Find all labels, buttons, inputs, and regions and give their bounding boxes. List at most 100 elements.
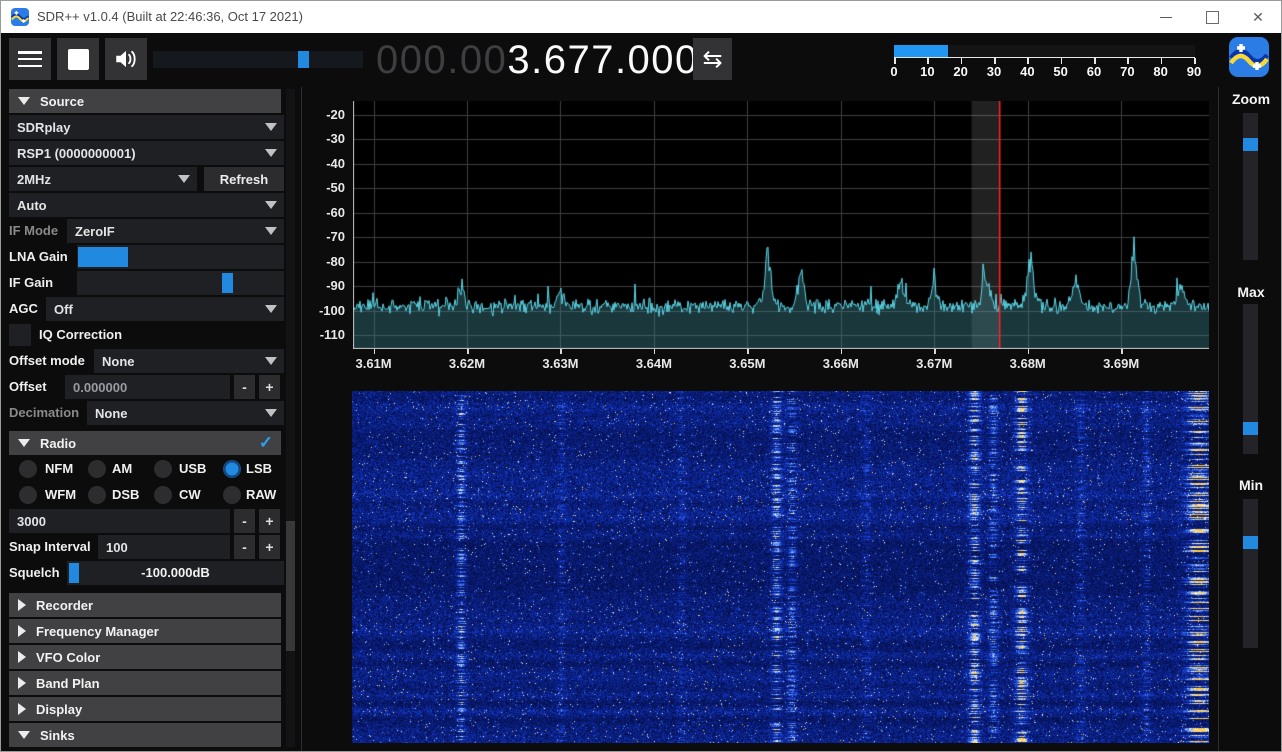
mode-label-usb: USB: [179, 457, 206, 481]
iq-correction-checkbox[interactable]: [9, 324, 31, 346]
chevron-down-icon: [265, 123, 277, 131]
close-button[interactable]: ✕: [1235, 1, 1281, 33]
module-enabled-check-icon[interactable]: ✓: [259, 433, 273, 453]
snr-scale-label: 40: [1012, 64, 1042, 79]
fft-y-tick-label: -90: [301, 278, 345, 293]
snap-decrement-button[interactable]: -: [234, 535, 255, 559]
offset-mode-label: Offset mode: [9, 349, 85, 373]
zoom-slider-handle[interactable]: [1243, 138, 1258, 151]
section-header-source[interactable]: Source: [9, 89, 281, 113]
chevron-down-icon: [178, 175, 190, 183]
fft-x-tick: [934, 349, 936, 354]
fft-x-tick-label: 3.66M: [813, 356, 869, 371]
chevron-down-icon: [265, 149, 277, 157]
tuning-mode-button[interactable]: ⇆: [693, 38, 732, 80]
snap-interval-input[interactable]: 100: [98, 535, 230, 559]
offset-mode-select[interactable]: None: [94, 349, 284, 373]
fft-spectrum-plot[interactable]: [353, 101, 1209, 349]
min-slider-handle[interactable]: [1243, 536, 1258, 549]
expand-arrow-icon: [18, 703, 26, 715]
titlebar[interactable]: SDR++ v1.0.4 (Built at 22:46:36, Oct 17 …: [1, 1, 1281, 33]
agc-select[interactable]: Off: [46, 297, 284, 321]
if-gain-handle[interactable]: [222, 273, 233, 293]
offset-decrement-button[interactable]: -: [234, 375, 255, 399]
source-type-select[interactable]: SDRplay: [9, 115, 284, 139]
fft-x-tick-label: 3.61M: [346, 356, 402, 371]
if-gain-label: IF Gain: [9, 271, 53, 295]
bandwidth-input[interactable]: 3000: [9, 509, 230, 533]
fft-y-tick-label: -80: [301, 254, 345, 269]
if-mode-label: IF Mode: [9, 219, 58, 243]
scrollbar-thumb[interactable]: [286, 521, 295, 651]
stop-icon: [68, 49, 89, 70]
fft-x-tick: [560, 349, 562, 354]
zoom-slider[interactable]: [1243, 113, 1258, 260]
if-gain-slider[interactable]: [77, 271, 284, 295]
fft-y-tick-label: -60: [301, 205, 345, 220]
refresh-button[interactable]: Refresh: [204, 167, 284, 191]
snr-scale-label: 60: [1079, 64, 1109, 79]
max-slider[interactable]: [1243, 304, 1258, 454]
lna-gain-handle[interactable]: [78, 247, 128, 267]
zoom-label: Zoom: [1219, 91, 1282, 107]
snr-meter: 0102030405060708090: [894, 45, 1198, 81]
menu-button[interactable]: [9, 38, 51, 80]
section-header-vfo-color[interactable]: VFO Color: [9, 645, 281, 669]
fft-x-tick-label: 3.62M: [439, 356, 495, 371]
mode-radio-raw[interactable]: [223, 486, 241, 504]
maximize-button[interactable]: [1189, 1, 1235, 33]
mode-radio-am[interactable]: [88, 460, 106, 478]
volume-slider-handle[interactable]: [298, 51, 309, 68]
lna-gain-slider[interactable]: [77, 245, 284, 269]
minimize-button[interactable]: [1143, 1, 1189, 33]
fft-y-axis-labels: -20-30-40-50-60-70-80-90-100-110: [301, 101, 349, 349]
frequency-display[interactable]: 000.003.677.000: [376, 37, 699, 83]
mode-label-nfm: NFM: [45, 457, 73, 481]
device-select[interactable]: RSP1 (0000000001): [9, 141, 284, 165]
mode-radio-usb[interactable]: [154, 460, 172, 478]
mute-button[interactable]: [105, 38, 147, 80]
frequency-active-digits: 3.677.000: [507, 38, 698, 82]
offset-input[interactable]: 0.000000: [65, 375, 230, 399]
sidebar-scrollbar[interactable]: [286, 89, 295, 747]
fft-x-tick-label: 3.63M: [532, 356, 588, 371]
antenna-select[interactable]: Auto: [9, 193, 284, 217]
decimation-label: Decimation: [9, 401, 79, 425]
if-mode-select[interactable]: ZeroIF: [67, 219, 284, 243]
fft-x-tick-label: 3.67M: [906, 356, 962, 371]
fft-x-tick: [1028, 349, 1030, 354]
stop-button[interactable]: [57, 38, 99, 80]
decimation-select[interactable]: None: [87, 401, 284, 425]
section-header-radio[interactable]: Radio ✓: [9, 431, 281, 455]
mode-radio-wfm[interactable]: [19, 486, 37, 504]
snr-scale-label: 30: [979, 64, 1009, 79]
squelch-slider[interactable]: -100.000dB: [67, 561, 284, 585]
max-slider-handle[interactable]: [1243, 422, 1258, 435]
expand-arrow-icon: [18, 651, 26, 663]
section-header-sinks[interactable]: Sinks: [9, 723, 281, 747]
fft-y-tick-label: -30: [301, 131, 345, 146]
mode-label-am: AM: [112, 457, 132, 481]
section-header-recorder[interactable]: Recorder: [9, 593, 281, 617]
fft-x-tick-label: 3.65M: [719, 356, 775, 371]
min-slider[interactable]: [1243, 499, 1258, 648]
bandwidth-increment-button[interactable]: +: [259, 509, 280, 533]
snap-increment-button[interactable]: +: [259, 535, 280, 559]
samplerate-select[interactable]: 2MHz: [9, 167, 197, 191]
mode-radio-cw[interactable]: [154, 486, 172, 504]
expand-arrow-icon: [18, 677, 26, 689]
mode-radio-nfm[interactable]: [19, 460, 37, 478]
offset-increment-button[interactable]: +: [259, 375, 280, 399]
chevron-down-icon: [265, 357, 277, 365]
section-header-frequency-manager[interactable]: Frequency Manager: [9, 619, 281, 643]
window-title: SDR++ v1.0.4 (Built at 22:46:36, Oct 17 …: [37, 1, 303, 33]
volume-slider[interactable]: [153, 51, 363, 68]
bandwidth-decrement-button[interactable]: -: [234, 509, 255, 533]
section-header-display[interactable]: Display: [9, 697, 281, 721]
section-header-band-plan[interactable]: Band Plan: [9, 671, 281, 695]
mode-radio-dsb[interactable]: [88, 486, 106, 504]
waterfall-display[interactable]: [352, 391, 1209, 743]
speaker-icon: [113, 46, 139, 72]
collapse-arrow-icon: [18, 731, 30, 739]
mode-radio-lsb-selected[interactable]: [223, 460, 241, 478]
